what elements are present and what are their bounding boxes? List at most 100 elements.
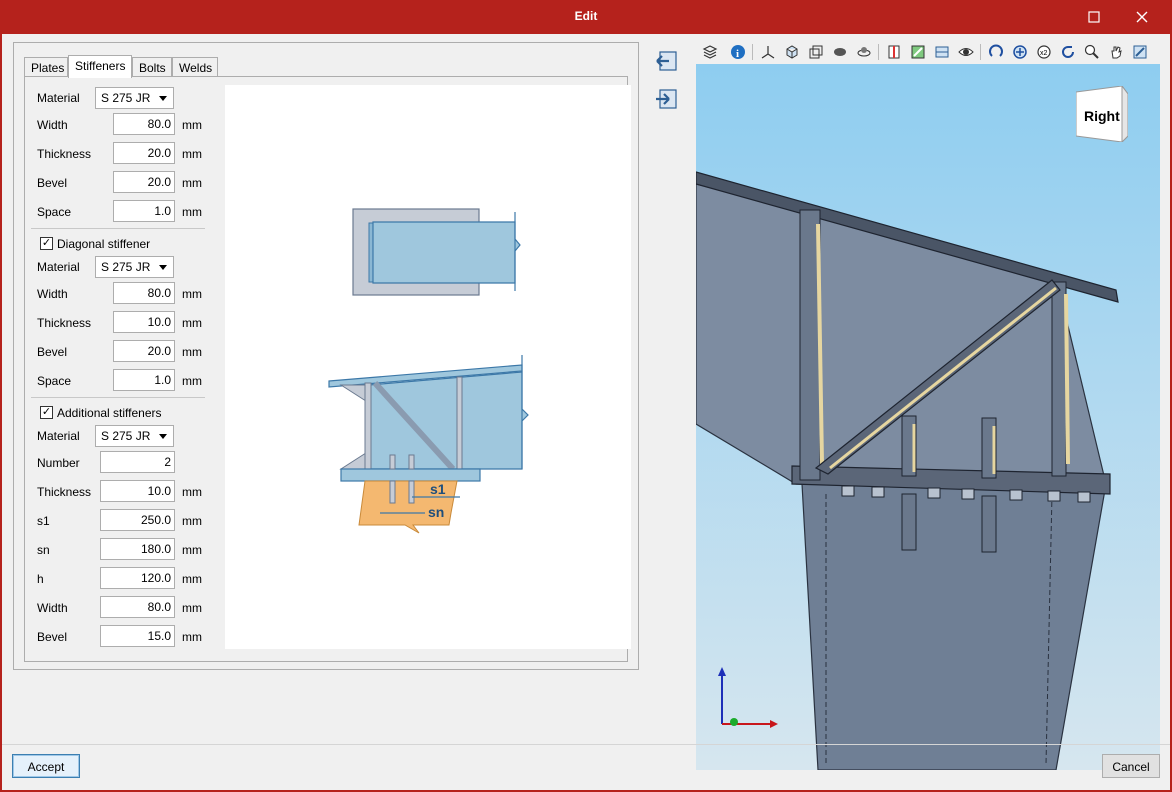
diagonal-thickness-unit: mm <box>182 316 202 330</box>
diagonal-space-unit: mm <box>182 374 202 388</box>
additional-h-unit: mm <box>182 572 202 586</box>
diagonal-material-label: Material <box>37 260 80 274</box>
view-cube[interactable]: Right <box>1075 84 1129 144</box>
additional-stiffeners-label: Additional stiffeners <box>57 406 162 420</box>
additional-material-label: Material <box>37 429 80 443</box>
diagonal-width-unit: mm <box>182 287 202 301</box>
stiffener-material-value: S 275 JR <box>101 91 151 105</box>
diagonal-thickness-input[interactable]: 10.0 <box>113 311 175 333</box>
stiffener-3d-shape <box>1051 281 1067 477</box>
footer-divider <box>2 744 1170 745</box>
lower-stiffener-shape <box>408 480 415 504</box>
additional-s1-label: s1 <box>37 514 50 528</box>
accept-button[interactable]: Accept <box>12 754 80 778</box>
stiffener-material-select[interactable]: S 275 JR <box>95 87 174 109</box>
snapshot-icon[interactable] <box>1130 42 1150 62</box>
stiffener-space-input[interactable]: 1.0 <box>113 200 175 222</box>
info-icon[interactable]: i <box>728 42 748 62</box>
pan-icon[interactable] <box>1106 42 1126 62</box>
weld-line <box>1064 293 1070 465</box>
beam-plan-shape <box>372 221 521 284</box>
additional-sn-unit: mm <box>182 543 202 557</box>
sn-diagram-label: sn <box>428 504 444 520</box>
close-icon[interactable] <box>1120 0 1164 34</box>
tab-welds[interactable]: Welds <box>172 57 218 77</box>
stiffeners-tab-body: Material S 275 JR Width 80.0 mm Thicknes… <box>24 76 631 662</box>
stiffener-material-label: Material <box>37 91 80 105</box>
lower-stiffener-3d-shape <box>981 495 997 553</box>
import-icon[interactable] <box>654 48 680 74</box>
dropdown-arrow-icon <box>159 434 167 439</box>
diagonal-bevel-label: Bevel <box>37 345 68 359</box>
tab-plates[interactable]: Plates <box>24 57 68 77</box>
additional-width-unit: mm <box>182 601 202 615</box>
diagonal-width-label: Width <box>37 287 68 301</box>
additional-h-input[interactable]: 120.0 <box>100 567 175 589</box>
orbit-icon[interactable] <box>854 42 874 62</box>
additional-bevel-input[interactable]: 15.0 <box>100 625 175 647</box>
vertical-stiffener-shape <box>456 376 463 470</box>
additional-sn-input[interactable]: 180.0 <box>100 538 175 560</box>
export-icon[interactable] <box>654 86 680 112</box>
diagonal-space-label: Space <box>37 374 72 388</box>
additional-number-label: Number <box>37 456 80 470</box>
stiffener-thickness-input[interactable]: 20.0 <box>113 142 175 164</box>
stiffener-width-unit: mm <box>182 118 202 132</box>
section-divider <box>31 397 205 398</box>
toolbar-separator <box>980 44 981 60</box>
diagonal-space-input[interactable]: 1.0 <box>113 369 175 391</box>
rotate-icon[interactable] <box>986 42 1006 62</box>
stiffener-width-input[interactable]: 80.0 <box>113 113 175 135</box>
eye-icon[interactable] <box>956 42 976 62</box>
additional-thickness-unit: mm <box>182 485 202 499</box>
axes-icon[interactable] <box>758 42 778 62</box>
3d-viewer[interactable]: Right <box>696 64 1160 770</box>
diagonal-stiffener-checkbox[interactable]: ✓ <box>40 237 53 250</box>
web-shape <box>368 371 529 470</box>
stiffener-width-label: Width <box>37 118 68 132</box>
dropdown-arrow-icon <box>159 265 167 270</box>
wireframe-icon[interactable] <box>806 42 826 62</box>
cancel-button[interactable]: Cancel <box>1102 754 1160 778</box>
diagonal-material-select[interactable]: S 275 JR <box>95 256 174 278</box>
toolbar-separator <box>752 44 753 60</box>
refresh-icon[interactable] <box>1058 42 1078 62</box>
grid-icon[interactable] <box>932 42 952 62</box>
edit-panel: Plates Stiffeners Bolts Welds Material S… <box>13 42 639 670</box>
additional-stiffener-shape <box>408 454 415 470</box>
additional-stiffeners-checkbox[interactable]: ✓ <box>40 406 53 419</box>
maximize-icon[interactable] <box>1072 0 1116 34</box>
toolbar-separator <box>878 44 879 60</box>
diagonal-width-input[interactable]: 80.0 <box>113 282 175 304</box>
stiffener-bevel-input[interactable]: 20.0 <box>113 171 175 193</box>
cube-view-icon[interactable] <box>782 42 802 62</box>
additional-material-select[interactable]: S 275 JR <box>95 425 174 447</box>
additional-thickness-input[interactable]: 10.0 <box>100 480 175 502</box>
fit-icon[interactable] <box>908 42 928 62</box>
additional-s1-input[interactable]: 250.0 <box>100 509 175 531</box>
svg-text:x2: x2 <box>1040 50 1048 57</box>
tab-bolts[interactable]: Bolts <box>132 57 172 77</box>
section-icon[interactable] <box>884 42 904 62</box>
shaded-icon[interactable] <box>830 42 850 62</box>
lower-stiffener-3d-shape <box>901 493 917 551</box>
window-title: Edit <box>574 9 598 23</box>
tab-stiffeners[interactable]: Stiffeners <box>68 55 132 78</box>
layers-icon[interactable] <box>700 42 720 62</box>
zoom-window-icon[interactable]: x2 <box>1034 42 1054 62</box>
section-divider <box>31 228 205 229</box>
additional-h-label: h <box>37 572 44 586</box>
additional-width-input[interactable]: 80.0 <box>100 596 175 618</box>
x-axis-arrow <box>770 720 778 728</box>
zoom-icon[interactable] <box>1082 42 1102 62</box>
zoom-all-icon[interactable] <box>1010 42 1030 62</box>
s1-diagram-label: s1 <box>430 481 446 497</box>
diagonal-thickness-label: Thickness <box>37 316 92 330</box>
view-cube-label: Right <box>1084 108 1120 124</box>
stiffener-preview: s1 sn <box>225 85 631 649</box>
diagonal-bevel-input[interactable]: 20.0 <box>113 340 175 362</box>
z-axis-arrow <box>718 667 726 676</box>
column-flange-shape <box>364 382 372 482</box>
additional-number-input[interactable]: 2 <box>100 451 175 473</box>
stiffener-bevel-label: Bevel <box>37 176 68 190</box>
